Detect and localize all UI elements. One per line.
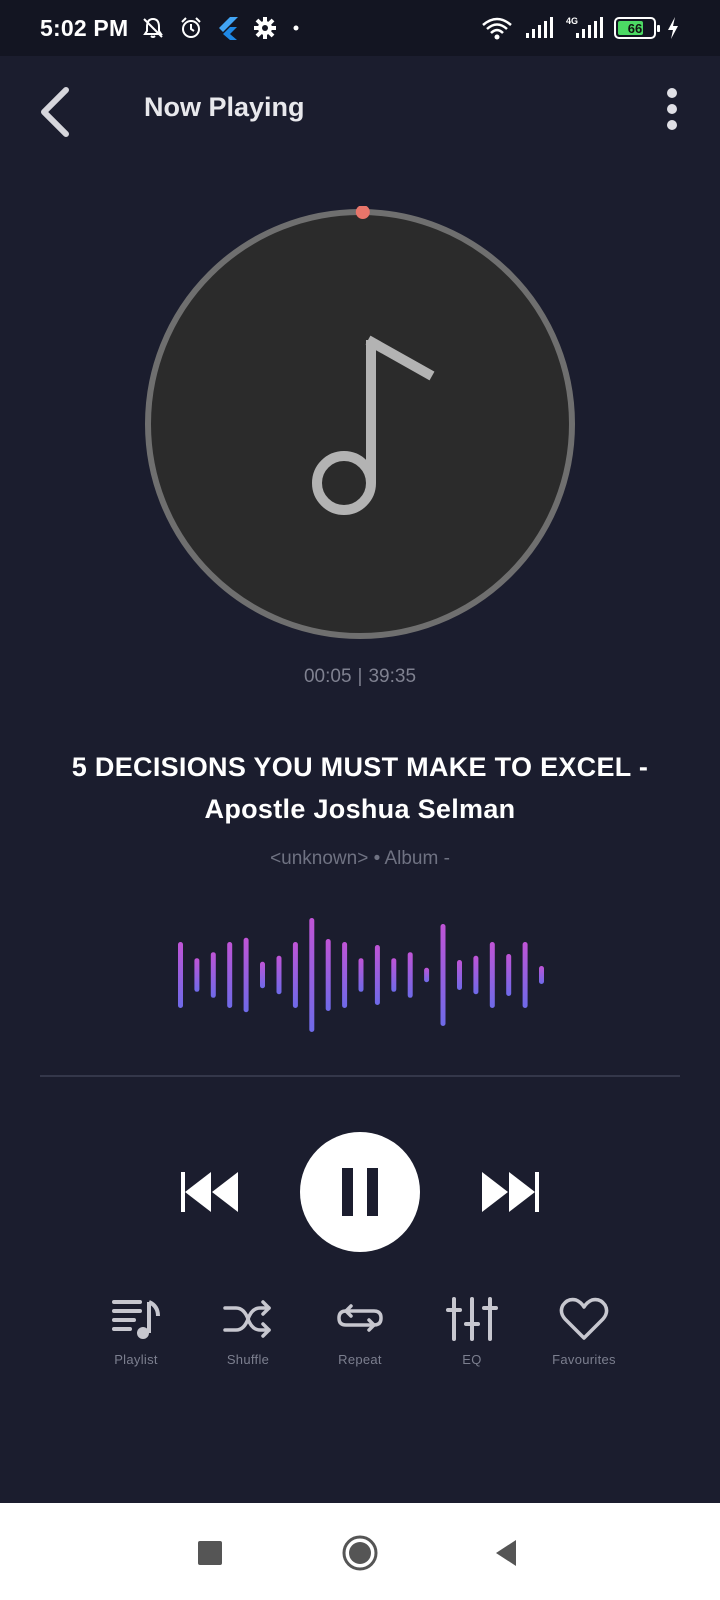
waveform-bar <box>243 937 249 1013</box>
pause-button[interactable] <box>300 1132 420 1252</box>
waveform-bar <box>374 945 380 1005</box>
wifi-icon <box>482 17 512 40</box>
waveform-bar <box>407 952 413 998</box>
next-button[interactable] <box>478 1162 542 1222</box>
eq-label: EQ <box>462 1352 482 1367</box>
waveform-bar <box>342 942 348 1008</box>
divider <box>40 1075 680 1077</box>
status-bar: 5:02 PM 4G 66 <box>0 0 720 56</box>
total-duration: 39:35 <box>368 666 417 687</box>
waveform-bar <box>276 955 282 995</box>
time-separator: | <box>357 666 363 687</box>
waveform-bar <box>539 966 544 984</box>
waveform-bar <box>489 942 495 1008</box>
more-vertical-icon <box>667 88 677 130</box>
waveform-bar <box>178 942 183 1008</box>
back-button[interactable] <box>36 84 76 140</box>
shuffle-icon <box>223 1300 271 1338</box>
heart-icon <box>559 1297 609 1340</box>
action-row: Playlist Shuffle Repeat EQ Favourites <box>0 1296 720 1386</box>
charging-icon <box>668 17 678 39</box>
flutter-icon <box>219 17 239 40</box>
home-button[interactable] <box>336 1529 384 1577</box>
status-time: 5:02 PM <box>40 14 129 41</box>
waveform-bar <box>440 924 446 1026</box>
waveform-bar <box>227 942 233 1008</box>
waveform-bar <box>260 961 265 989</box>
page-title: Now Playing <box>144 92 305 122</box>
home-circle-icon <box>342 1535 378 1571</box>
more-options-button[interactable] <box>656 86 688 136</box>
favourites-label: Favourites <box>552 1352 616 1367</box>
app-header: Now Playing <box>0 56 720 166</box>
favourites-button[interactable]: Favourites <box>529 1296 639 1367</box>
pause-icon <box>342 1168 378 1216</box>
track-title: 5 DECISIONS YOU MUST MAKE TO EXCEL - Apo… <box>71 752 649 824</box>
waveform-bar <box>522 942 528 1008</box>
waveform-bar <box>210 952 216 998</box>
audio-waveform <box>178 918 544 1032</box>
waveform-bar <box>309 918 315 1032</box>
4g-signal-icon: 4G <box>566 16 603 38</box>
transport-controls <box>0 1132 720 1252</box>
battery-icon: 66 <box>614 17 660 39</box>
chevron-left-icon <box>41 87 69 137</box>
svg-text:4G: 4G <box>566 16 578 26</box>
waveform-bar <box>292 942 298 1008</box>
album-artwork <box>142 205 578 642</box>
waveform-bar <box>194 958 200 992</box>
system-nav-bar <box>0 1503 720 1600</box>
shuffle-label: Shuffle <box>226 1352 270 1367</box>
system-back-button[interactable] <box>482 1529 530 1577</box>
playlist-button[interactable]: Playlist <box>81 1296 191 1367</box>
waveform-bar <box>473 955 479 995</box>
eq-button[interactable]: EQ <box>417 1296 527 1367</box>
dot-icon <box>293 25 299 31</box>
recents-square-icon <box>198 1541 222 1565</box>
skip-next-icon <box>482 1172 539 1212</box>
playlist-label: Playlist <box>114 1352 158 1367</box>
battery-level: 66 <box>627 20 643 36</box>
progress-ring[interactable] <box>142 205 578 642</box>
waveform-bar <box>424 967 430 983</box>
waveform-bar <box>506 954 512 996</box>
equalizer-icon <box>446 1297 498 1341</box>
skip-previous-icon <box>181 1172 238 1212</box>
repeat-button[interactable]: Repeat <box>305 1296 415 1367</box>
elapsed-time: 00:05 <box>303 666 352 687</box>
shuffle-button[interactable]: Shuffle <box>193 1296 303 1367</box>
alarm-icon <box>181 17 202 38</box>
gear-icon <box>254 17 277 39</box>
mute-icon <box>143 17 164 38</box>
waveform-bar <box>325 939 331 1011</box>
waveform-bar <box>358 958 364 992</box>
playlist-icon <box>112 1300 160 1339</box>
repeat-label: Repeat <box>338 1352 382 1367</box>
back-triangle-icon <box>496 1540 516 1566</box>
waveform-bar <box>457 960 462 990</box>
recents-button[interactable] <box>186 1529 234 1577</box>
waveform-bar <box>391 958 397 992</box>
signal-icon <box>526 17 553 38</box>
track-meta: <unknown> • Album - <box>270 848 450 869</box>
repeat-icon <box>337 1304 383 1332</box>
time-readout: 00:05 | 39:35 <box>0 666 720 688</box>
previous-button[interactable] <box>178 1162 242 1222</box>
